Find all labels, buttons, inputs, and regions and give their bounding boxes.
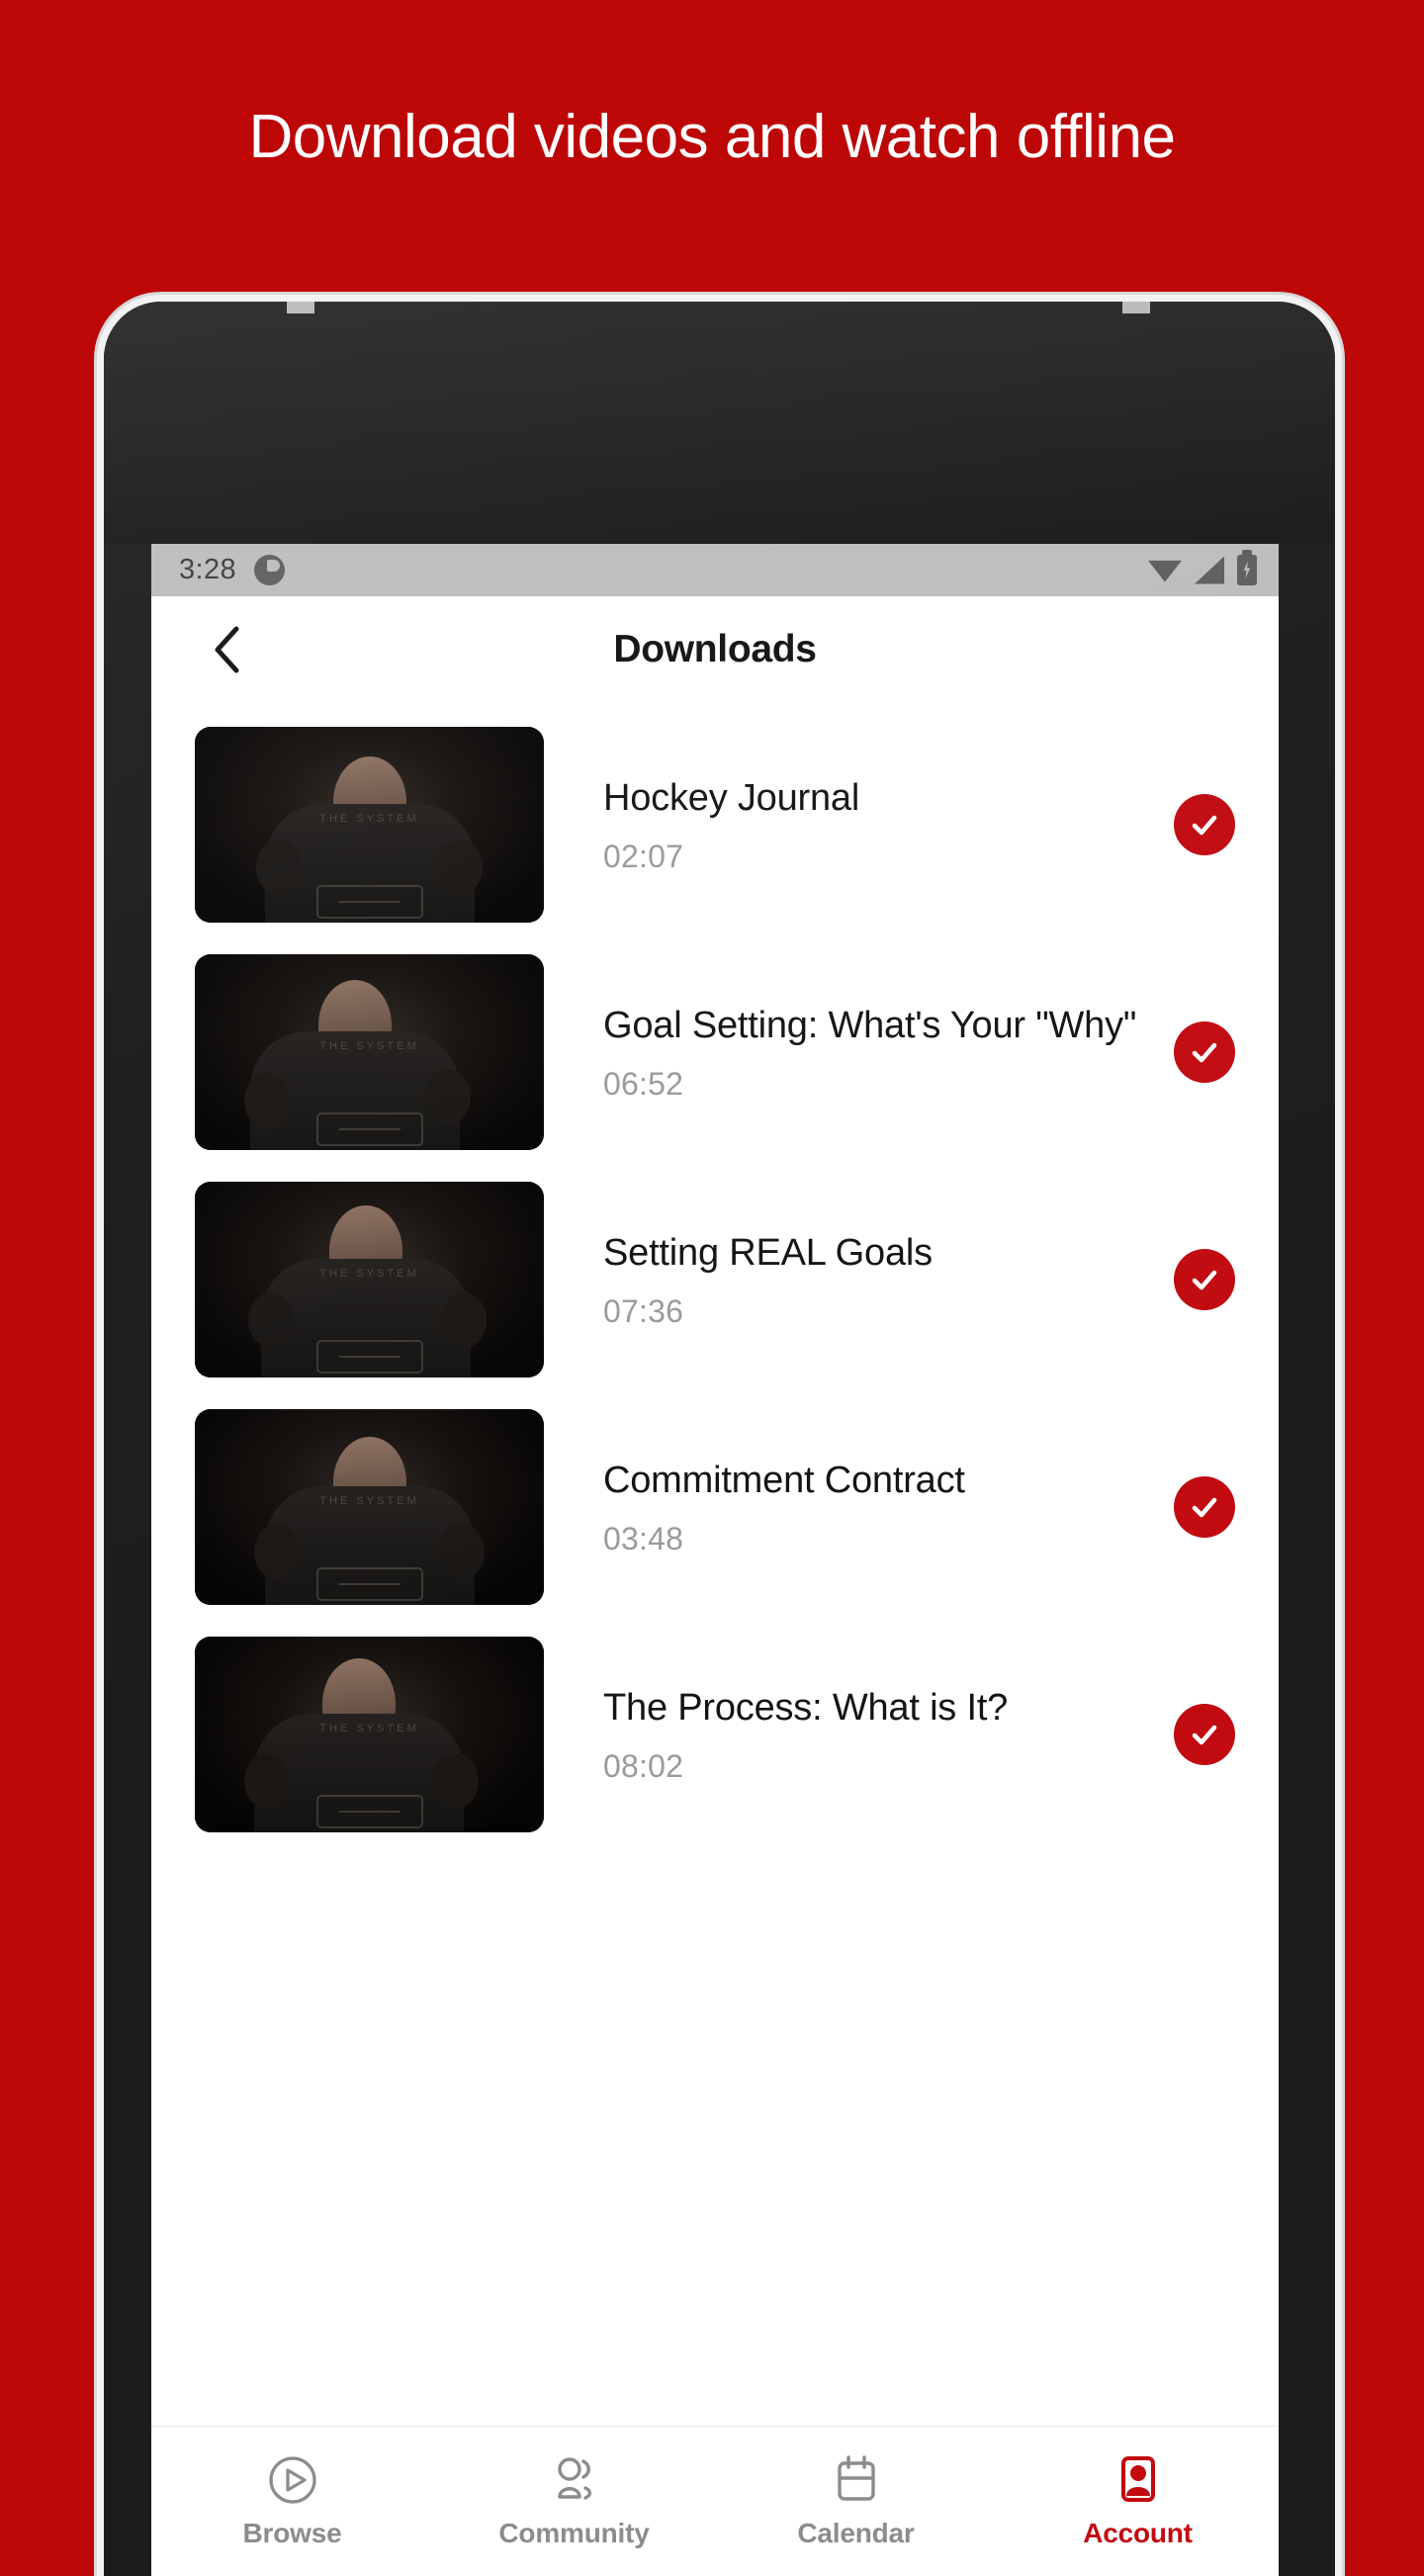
bottom-tab-bar: Browse Community Calendar Account — [151, 2426, 1279, 2576]
download-duration: 06:52 — [603, 1065, 684, 1102]
account-card-icon — [1115, 2454, 1161, 2506]
app-notification-icon — [254, 555, 286, 585]
download-title: Hockey Journal — [603, 777, 860, 820]
download-title: Setting REAL Goals — [603, 1232, 933, 1275]
wifi-icon — [1148, 560, 1182, 582]
play-circle-icon — [267, 2454, 318, 2506]
download-duration: 07:36 — [603, 1292, 684, 1329]
phone-frame-tab-right — [1122, 302, 1150, 313]
status-bar-right — [1148, 550, 1257, 585]
video-thumbnail[interactable]: THE SYSTEM — [195, 727, 544, 923]
status-bar: 3:28 — [151, 544, 1279, 596]
people-icon — [548, 2454, 601, 2506]
promo-headline: Download videos and watch offline — [248, 103, 1176, 171]
cellular-signal-icon — [1195, 556, 1224, 584]
phone-frame-tab-left — [287, 302, 314, 313]
chevron-left-icon — [211, 625, 244, 674]
download-meta: Hockey Journal 02:07 — [544, 774, 1174, 875]
check-circle-icon[interactable] — [1174, 1022, 1235, 1083]
video-thumbnail[interactable]: THE SYSTEM — [195, 1409, 544, 1605]
status-time: 3:28 — [179, 554, 237, 585]
calendar-icon — [833, 2454, 880, 2506]
video-thumbnail[interactable]: THE SYSTEM — [195, 954, 544, 1150]
download-duration: 03:48 — [603, 1520, 684, 1556]
phone-mockup: 3:28 Downloads THE SYSTEM Hockey Journal… — [104, 302, 1335, 2576]
tab-account[interactable]: Account — [997, 2454, 1279, 2549]
download-row[interactable]: THE SYSTEM Setting REAL Goals 07:36 — [151, 1166, 1279, 1393]
download-duration: 08:02 — [603, 1747, 684, 1784]
download-meta: Goal Setting: What's Your "Why" 06:52 — [544, 1002, 1174, 1103]
check-circle-icon[interactable] — [1174, 1704, 1235, 1765]
tab-label: Account — [1083, 2517, 1193, 2548]
download-row[interactable]: THE SYSTEM The Process: What is It? 08:0… — [151, 1621, 1279, 1848]
video-thumbnail[interactable]: THE SYSTEM — [195, 1637, 544, 1832]
download-meta: Setting REAL Goals 07:36 — [544, 1229, 1174, 1330]
tab-calendar[interactable]: Calendar — [715, 2454, 997, 2549]
download-duration: 02:07 — [603, 838, 684, 874]
phone-top-bezel — [104, 302, 1335, 544]
tab-community[interactable]: Community — [433, 2454, 715, 2549]
page-title: Downloads — [613, 628, 817, 670]
back-button[interactable] — [201, 623, 254, 676]
download-meta: Commitment Contract 03:48 — [544, 1457, 1174, 1557]
check-circle-icon[interactable] — [1174, 1476, 1235, 1538]
tab-label: Community — [498, 2517, 650, 2548]
tab-label: Browse — [242, 2517, 342, 2548]
download-meta: The Process: What is It? 08:02 — [544, 1684, 1174, 1785]
tab-browse[interactable]: Browse — [151, 2454, 433, 2549]
download-title: The Process: What is It? — [603, 1687, 1009, 1730]
download-title: Commitment Contract — [603, 1460, 965, 1502]
video-thumbnail[interactable]: THE SYSTEM — [195, 1182, 544, 1377]
app-bar: Downloads — [151, 596, 1279, 703]
tab-label: Calendar — [797, 2517, 915, 2548]
battery-charging-icon — [1237, 550, 1257, 585]
download-row[interactable]: THE SYSTEM Commitment Contract 03:48 — [151, 1393, 1279, 1621]
status-bar-left: 3:28 — [179, 554, 286, 586]
phone-screen: 3:28 Downloads THE SYSTEM Hockey Journal… — [151, 544, 1279, 2576]
check-circle-icon[interactable] — [1174, 1249, 1235, 1310]
check-circle-icon[interactable] — [1174, 794, 1235, 855]
downloads-list: THE SYSTEM Hockey Journal 02:07 THE SYST… — [151, 703, 1279, 1848]
download-row[interactable]: THE SYSTEM Hockey Journal 02:07 — [151, 711, 1279, 938]
download-title: Goal Setting: What's Your "Why" — [603, 1005, 1137, 1047]
download-row[interactable]: THE SYSTEM Goal Setting: What's Your "Wh… — [151, 938, 1279, 1166]
